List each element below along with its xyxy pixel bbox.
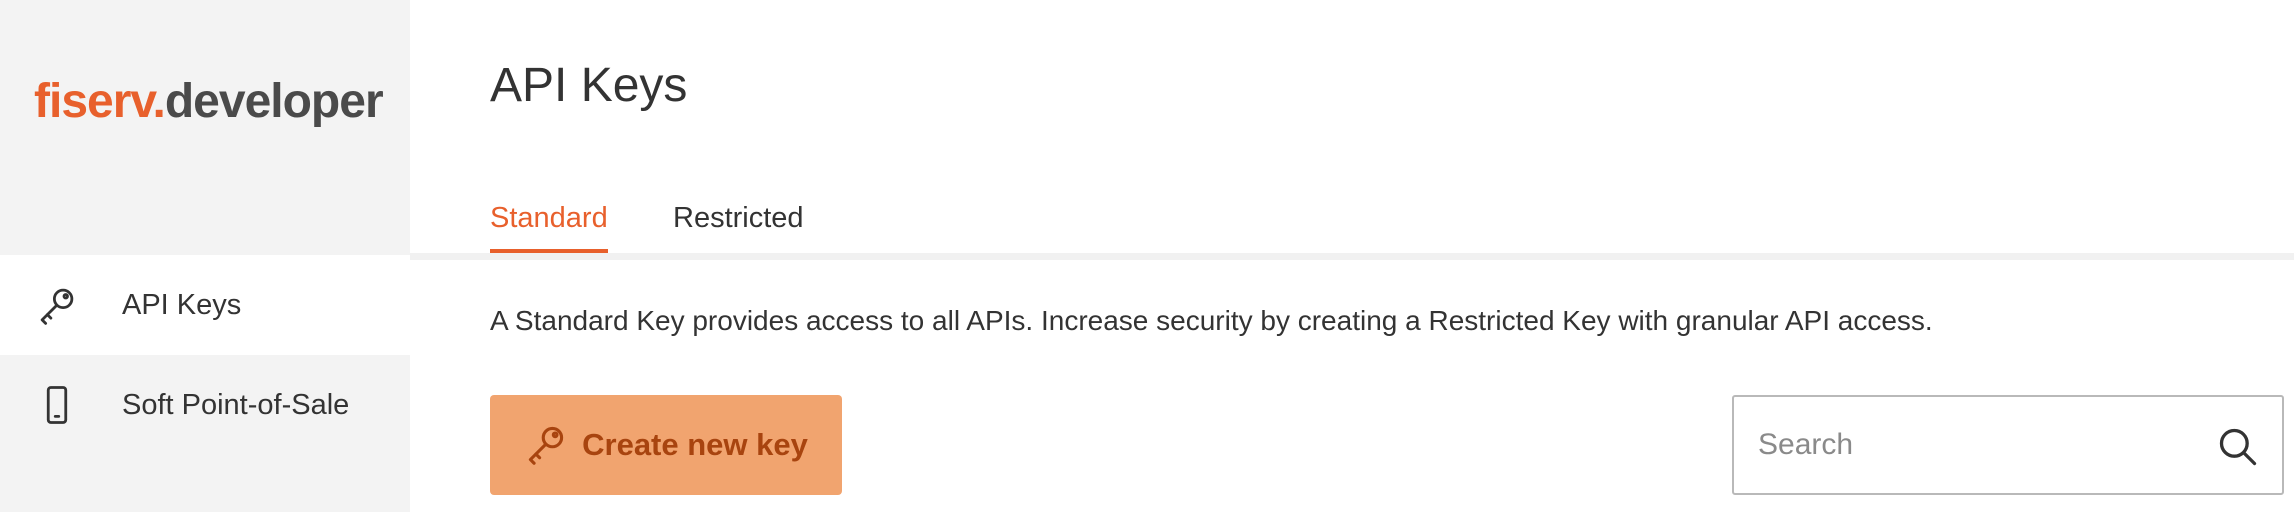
sidebar-item-soft-point-of-sale[interactable]: Soft Point-of-Sale	[0, 355, 410, 455]
search-input[interactable]	[1734, 397, 2194, 493]
sidebar-item-api-keys[interactable]: API Keys	[0, 255, 410, 355]
mobile-phone-icon	[36, 384, 78, 426]
search-box	[1732, 395, 2284, 495]
fiserv-developer-logo[interactable]: fiserv. developer	[34, 74, 384, 129]
key-icon	[36, 284, 78, 326]
tab-bar: Standard Restricted	[410, 200, 2294, 260]
search-icon[interactable]	[2216, 425, 2260, 469]
sidebar-item-label: API Keys	[122, 288, 242, 321]
tab-restricted[interactable]: Restricted	[673, 202, 804, 249]
tab-standard[interactable]: Standard	[490, 202, 608, 253]
sidebar-item-label: Soft Point-of-Sale	[122, 388, 350, 421]
app-root: fiserv. developer API Keys Soft Point-of…	[0, 0, 2294, 512]
sidebar-nav: API Keys Soft Point-of-Sale	[0, 255, 410, 455]
main-content: API Keys Standard Restricted A Standard …	[410, 0, 2294, 512]
create-new-key-label: Create new key	[582, 427, 808, 462]
tab-description: A Standard Key provides access to all AP…	[490, 305, 1933, 336]
logo-product: developer	[164, 75, 384, 128]
page-title: API Keys	[490, 59, 688, 112]
sidebar: fiserv. developer API Keys Soft Point-of…	[0, 0, 410, 512]
key-icon	[524, 422, 568, 469]
create-new-key-button[interactable]: Create new key	[490, 395, 842, 495]
logo-brand: fiserv.	[34, 75, 166, 128]
